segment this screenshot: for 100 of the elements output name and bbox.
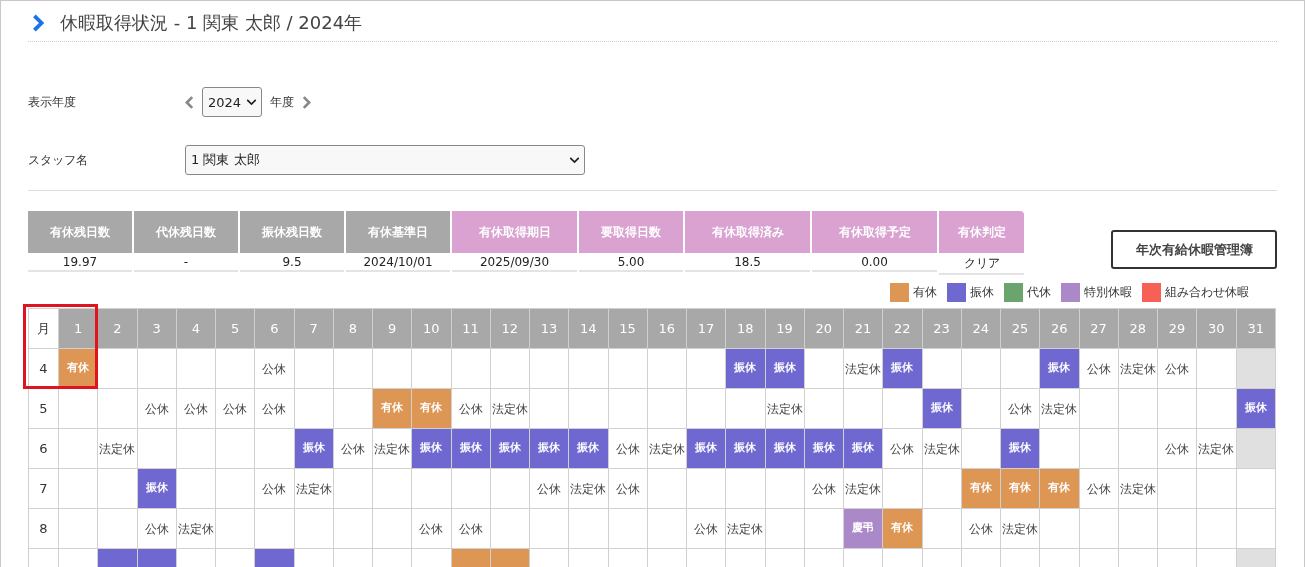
year-select[interactable]: 2024 xyxy=(202,87,262,117)
unit-label: 年度 xyxy=(270,93,294,111)
calendar-cell: 振休 xyxy=(1000,428,1040,469)
column-header: 31 xyxy=(1236,308,1276,349)
calendar-cell: 法定休 xyxy=(176,508,216,549)
calendar-cell: 振休 xyxy=(725,428,765,469)
column-header: 10 xyxy=(411,308,451,349)
staff-select[interactable]: 1 関東 太郎 xyxy=(185,145,585,175)
calendar-cell: 法定休 xyxy=(843,468,883,509)
calendar-cell: 振休 xyxy=(686,428,726,469)
calendar-cell: 振休 xyxy=(529,428,569,469)
calendar-cell: 公休 xyxy=(451,508,491,549)
calendar-cell: 振休 xyxy=(765,348,805,389)
calendar-cell: 法定休 xyxy=(97,428,137,469)
month-cell: 6 xyxy=(28,428,59,469)
calendar-cell: 公休 xyxy=(1079,468,1119,509)
calendar-cell: 法定休 xyxy=(1196,428,1236,469)
column-header: 24 xyxy=(961,308,1001,349)
calendar-cell: 公休 xyxy=(608,428,648,469)
column-header: 28 xyxy=(1118,308,1158,349)
calendar-cell: 振休 xyxy=(451,428,491,469)
calendar-cell: 法定休 xyxy=(294,468,334,509)
chevron-icon xyxy=(32,14,44,32)
column-header: 27 xyxy=(1079,308,1119,349)
column-header: 15 xyxy=(608,308,648,349)
previous-year-icon[interactable] xyxy=(185,95,194,109)
calendar-cell: 公休 xyxy=(451,388,491,429)
column-header: 29 xyxy=(1157,308,1197,349)
calendar-cell: 公休 xyxy=(333,428,373,469)
calendar-cell: 振休 xyxy=(804,428,844,469)
calendar-cell: 法定休 xyxy=(725,508,765,549)
calendar-cell: 公休 xyxy=(254,468,294,509)
column-header: 16 xyxy=(647,308,687,349)
summary-value: 5.00 xyxy=(579,253,683,272)
summary-header: 有休基準日 xyxy=(346,211,450,253)
ledger-button[interactable]: 年次有給休暇管理簿 xyxy=(1111,230,1277,269)
summary-header: 有休判定 xyxy=(939,211,1024,253)
column-header: 14 xyxy=(568,308,608,349)
legend-label: 代休 xyxy=(1027,284,1051,301)
calendar-cell: 有休 xyxy=(1039,468,1079,509)
calendar-cell: 慶弔 xyxy=(843,508,883,549)
calendar-cell: 公休 xyxy=(1079,348,1119,389)
column-header: 20 xyxy=(804,308,844,349)
caret-icon xyxy=(246,97,257,107)
summary-value: 18.5 xyxy=(685,253,810,272)
calendar-cell: 公休 xyxy=(1000,388,1040,429)
calendar-cell: 有休 xyxy=(961,468,1001,509)
calendar-cell: 法定休 xyxy=(647,428,687,469)
summary-header: 要取得日数 xyxy=(579,211,683,253)
calendar-cell: 振休 xyxy=(765,428,805,469)
calendar-cell: 公休 xyxy=(137,388,177,429)
summary-header: 有休取得済み xyxy=(685,211,810,253)
calendar-cell: 公休 xyxy=(176,388,216,429)
calendar-cell: 法定休 xyxy=(1118,468,1158,509)
calendar-cell: 振休 xyxy=(725,348,765,389)
calendar-cell: 法定休 xyxy=(490,388,530,429)
summary-value: 2024/10/01 xyxy=(346,253,450,272)
column-header: 17 xyxy=(686,308,726,349)
legend-label: 有休 xyxy=(913,284,937,301)
column-header: 25 xyxy=(1000,308,1040,349)
column-header: 8 xyxy=(333,308,373,349)
column-header: 4 xyxy=(176,308,216,349)
column-header: 1 xyxy=(58,308,98,349)
calendar-cell: 有休 xyxy=(882,508,922,549)
calendar-cell: 公休 xyxy=(686,508,726,549)
summary-header: 有休取得期日 xyxy=(452,211,577,253)
summary-value: 9.5 xyxy=(240,253,344,272)
month-cell: 5 xyxy=(28,388,59,429)
calendar-cell: 法定休 xyxy=(1000,508,1040,549)
column-header: 2 xyxy=(97,308,137,349)
column-header: 月 xyxy=(28,308,59,349)
next-year-icon[interactable] xyxy=(302,95,311,109)
calendar-cell: 公休 xyxy=(961,508,1001,549)
column-header: 26 xyxy=(1039,308,1079,349)
calendar-cell: 公休 xyxy=(254,388,294,429)
column-header: 9 xyxy=(372,308,412,349)
summary-header: 有休取得予定 xyxy=(812,211,937,253)
column-header: 7 xyxy=(294,308,334,349)
column-header: 11 xyxy=(451,308,491,349)
calendar-cell: 法定休 xyxy=(568,468,608,509)
calendar-cell: 振休 xyxy=(1039,348,1079,389)
column-header: 5 xyxy=(215,308,255,349)
calendar-cell: 公休 xyxy=(608,468,648,509)
caret-icon xyxy=(569,155,580,165)
column-header: 30 xyxy=(1196,308,1236,349)
summary-value: - xyxy=(134,253,238,272)
summary-header: 振休残日数 xyxy=(240,211,344,253)
calendar-cell: 振休 xyxy=(294,428,334,469)
column-header: 3 xyxy=(137,308,177,349)
column-header: 23 xyxy=(922,308,962,349)
calendar-cell: 有休 xyxy=(1000,468,1040,509)
legend-label: 特別休暇 xyxy=(1084,284,1132,301)
summary-header: 有休残日数 xyxy=(28,211,132,253)
summary-header: 代休残日数 xyxy=(134,211,238,253)
calendar-cell: 振休 xyxy=(137,468,177,509)
calendar-cell: 法定休 xyxy=(1039,388,1079,429)
calendar-cell: 公休 xyxy=(254,348,294,389)
column-header: 19 xyxy=(765,308,805,349)
field-label: スタッフ名 xyxy=(28,151,89,169)
calendar-cell: 法定休 xyxy=(765,388,805,429)
